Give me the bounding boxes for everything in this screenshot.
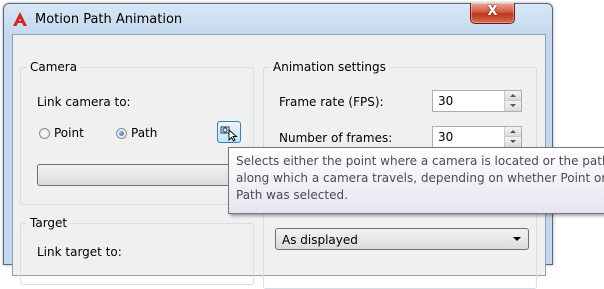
- close-button[interactable]: X: [470, 3, 515, 24]
- spin-down-icon[interactable]: [505, 137, 521, 147]
- motion-path-dialog: Motion Path Animation X Camera Link came…: [3, 3, 553, 289]
- pick-point-or-path-button[interactable]: [217, 121, 241, 143]
- frame-rate-label: Frame rate (FPS):: [279, 95, 384, 109]
- tooltip-line-1: Selects either the point where a camera …: [236, 154, 604, 168]
- chevron-down-icon: [513, 237, 521, 241]
- camera-path-radio[interactable]: [116, 128, 127, 139]
- frame-rate-spin-buttons: [504, 91, 521, 111]
- visual-style-value: As displayed: [282, 233, 358, 247]
- pick-object-cursor-icon: [220, 126, 238, 142]
- camera-path-combo[interactable]: [37, 164, 253, 186]
- camera-point-radio[interactable]: [39, 128, 50, 139]
- visual-style-combo[interactable]: As displayed: [275, 228, 529, 250]
- tooltip-line-3: Path was selected.: [236, 188, 348, 202]
- spin-up-icon[interactable]: [505, 127, 521, 137]
- frame-rate-spinner[interactable]: 30: [432, 90, 522, 112]
- window-title: Motion Path Animation: [35, 12, 183, 27]
- spin-down-icon[interactable]: [505, 101, 521, 111]
- title-bar: Motion Path Animation X: [4, 3, 552, 34]
- autocad-a-icon: [13, 12, 27, 26]
- tooltip-line-2: along which a camera travels, depending …: [236, 171, 604, 185]
- camera-path-label[interactable]: Path: [131, 126, 157, 140]
- spin-up-icon[interactable]: [505, 91, 521, 101]
- animation-settings-label: Animation settings: [270, 60, 389, 74]
- frame-rate-value[interactable]: 30: [438, 94, 453, 108]
- close-icon: X: [487, 4, 498, 19]
- number-of-frames-value[interactable]: 30: [438, 130, 453, 144]
- number-of-frames-spinner[interactable]: 30: [432, 126, 522, 148]
- number-of-frames-label: Number of frames:: [279, 131, 393, 145]
- link-target-label: Link target to:: [37, 245, 122, 259]
- target-group-label: Target: [27, 216, 71, 230]
- link-camera-label: Link camera to:: [37, 95, 131, 109]
- camera-point-label[interactable]: Point: [54, 126, 84, 140]
- camera-group-label: Camera: [27, 60, 81, 74]
- number-of-frames-spin-buttons: [504, 127, 521, 147]
- tooltip: Selects either the point where a camera …: [228, 147, 604, 214]
